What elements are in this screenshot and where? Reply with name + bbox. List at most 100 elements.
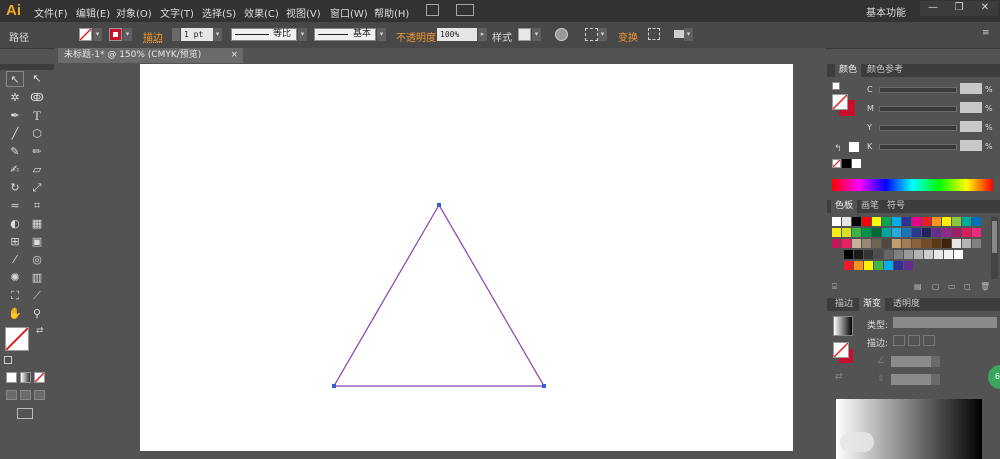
swatch-chip[interactable] — [864, 261, 873, 270]
swatch-chip[interactable] — [942, 228, 951, 237]
triangle-path[interactable] — [332, 203, 546, 387]
menu-type[interactable]: 文字(T) — [160, 5, 194, 20]
channel-y-slider[interactable] — [879, 125, 957, 131]
default-fill-stroke-icon[interactable] — [4, 356, 12, 364]
swatch-library-icon[interactable]: ⌸ — [832, 282, 837, 292]
out-of-gamut-icon[interactable]: ↰ — [834, 144, 842, 154]
swatch-chip[interactable] — [882, 217, 891, 226]
web-safe-swatch[interactable] — [849, 142, 859, 152]
style-dropdown-icon[interactable]: ▾ — [532, 28, 541, 41]
swatch-chip[interactable] — [904, 250, 913, 259]
stroke-weight-dropdown-icon[interactable]: ▾ — [213, 28, 222, 41]
gradient-tool-icon[interactable]: ▣ — [28, 234, 46, 250]
tab-swatches[interactable]: 色板 — [831, 200, 858, 213]
stroke-swatch[interactable] — [109, 28, 122, 41]
gradient-angle-input[interactable] — [891, 356, 931, 367]
tools-panel-header[interactable] — [0, 64, 54, 70]
minimize-button[interactable]: — — [920, 1, 946, 16]
swatch-chip[interactable] — [912, 228, 921, 237]
triangle-anchor-right[interactable] — [542, 384, 546, 388]
menu-effect[interactable]: 效果(C) — [244, 5, 279, 20]
opacity-input[interactable]: 100% — [437, 28, 477, 41]
swatch-chip[interactable] — [852, 239, 861, 248]
stroke-weight-input[interactable]: 1 pt — [181, 28, 213, 41]
swatch-chip[interactable] — [902, 228, 911, 237]
align-icon[interactable] — [585, 28, 598, 41]
transform-label-link[interactable]: 变换 — [618, 29, 638, 44]
menu-edit[interactable]: 编辑(E) — [76, 5, 110, 20]
channel-y-input[interactable] — [960, 121, 982, 132]
swatch-chip[interactable] — [872, 217, 881, 226]
gradient-aspect-dropdown[interactable] — [931, 374, 940, 385]
options-dropdown-icon[interactable]: ▾ — [684, 28, 693, 41]
brush-dropdown-icon[interactable]: ▾ — [377, 28, 386, 41]
swatch-chip[interactable] — [892, 228, 901, 237]
stroke-label-link[interactable]: 描边 — [143, 29, 163, 44]
bridge-icon[interactable] — [426, 4, 439, 16]
triangle-anchor-left[interactable] — [332, 384, 336, 388]
channel-k-input[interactable] — [960, 140, 982, 151]
new-color-group-icon[interactable]: ▭ — [948, 282, 956, 291]
none-swatch[interactable] — [832, 159, 841, 168]
swatch-chip[interactable] — [872, 228, 881, 237]
swatch-chip[interactable] — [862, 239, 871, 248]
menu-select[interactable]: 选择(S) — [202, 5, 236, 20]
swatch-chip[interactable] — [852, 228, 861, 237]
gradient-thumbnail[interactable] — [833, 316, 853, 336]
swatch-chip[interactable] — [972, 217, 981, 226]
swatches-scrollbar[interactable] — [991, 217, 998, 279]
graphic-style-swatch[interactable] — [518, 28, 531, 41]
swatch-chip[interactable] — [894, 261, 903, 270]
gradient-reverse-icon[interactable]: ⇄ — [835, 372, 843, 382]
hand-tool-icon[interactable]: ✋ — [6, 306, 24, 322]
arrange-documents-icon[interactable] — [456, 4, 474, 16]
swatch-chip[interactable] — [892, 239, 901, 248]
eraser-tool-icon[interactable]: ▱ — [28, 162, 46, 178]
swatch-chip[interactable] — [952, 228, 961, 237]
new-swatch-icon[interactable]: ◻ — [964, 282, 971, 291]
swatch-chip[interactable] — [902, 217, 911, 226]
stroke-dropdown-icon[interactable]: ▾ — [123, 28, 132, 41]
shape-builder-tool-icon[interactable]: ◐ — [6, 216, 24, 232]
swatch-chip[interactable] — [884, 261, 893, 270]
swatch-chip[interactable] — [922, 239, 931, 248]
pen-tool-icon[interactable]: ✒ — [6, 108, 24, 124]
shape-tool-icon[interactable]: ⬡ — [28, 126, 46, 142]
isolate-icon[interactable] — [648, 28, 660, 40]
mesh-tool-icon[interactable]: ⊞ — [6, 234, 24, 250]
type-tool-icon[interactable]: T — [28, 108, 46, 124]
swatch-chip[interactable] — [892, 217, 901, 226]
fill-dropdown-icon[interactable]: ▾ — [93, 28, 102, 41]
free-transform-tool-icon[interactable]: ⌗ — [28, 198, 46, 214]
swatch-chip[interactable] — [842, 217, 851, 226]
menu-object[interactable]: 对象(O) — [116, 5, 152, 20]
swatch-chip[interactable] — [862, 228, 871, 237]
swatch-chip[interactable] — [912, 239, 921, 248]
line-tool-icon[interactable]: ╱ — [6, 126, 24, 142]
pencil-tool-icon[interactable]: ✏ — [28, 144, 46, 160]
black-swatch[interactable] — [842, 159, 851, 168]
lasso-tool-icon[interactable]: ↂ — [28, 90, 46, 106]
swatch-chip[interactable] — [942, 239, 951, 248]
close-document-icon[interactable]: × — [230, 48, 238, 63]
swatch-chip[interactable] — [884, 250, 893, 259]
swatch-chip[interactable] — [922, 228, 931, 237]
draw-inside-icon[interactable] — [34, 390, 45, 400]
swatch-chip[interactable] — [922, 217, 931, 226]
swatch-chip[interactable] — [864, 250, 873, 259]
color-mode-icon[interactable] — [6, 372, 17, 383]
swatch-chip[interactable] — [914, 250, 923, 259]
swatch-kind-icon[interactable]: ▤ — [914, 282, 922, 291]
draw-normal-icon[interactable] — [6, 390, 17, 400]
gradient-aspect-input[interactable] — [891, 374, 931, 385]
brush-definition[interactable]: 基本 — [314, 28, 376, 41]
channel-k-slider[interactable] — [879, 144, 957, 150]
variable-width-profile[interactable]: 等比 — [231, 28, 297, 41]
opacity-dropdown-icon[interactable]: ▸ — [478, 28, 487, 41]
swap-fill-stroke-icon[interactable]: ⇄ — [36, 326, 44, 336]
gradient-angle-dropdown[interactable] — [931, 356, 940, 367]
menu-help[interactable]: 帮助(H) — [374, 5, 409, 20]
direct-selection-tool-icon[interactable]: ↖ — [28, 71, 46, 87]
perspective-grid-tool-icon[interactable]: ▦ — [28, 216, 46, 232]
close-button[interactable]: ✕ — [972, 1, 998, 16]
